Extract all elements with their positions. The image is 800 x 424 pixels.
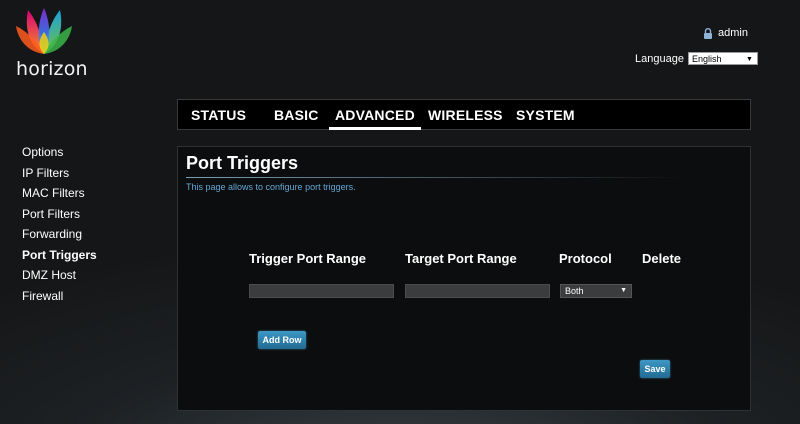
sidebar-item-ip-filters[interactable]: IP Filters xyxy=(22,166,97,187)
main-tab-bar: STATUS BASIC ADVANCED WIRELESS SYSTEM xyxy=(177,99,751,130)
add-row-button[interactable]: Add Row xyxy=(258,331,306,349)
column-header-target: Target Port Range xyxy=(405,251,517,266)
tab-wireless[interactable]: WIRELESS xyxy=(428,107,503,123)
page-description: This page allows to configure port trigg… xyxy=(186,182,356,192)
column-header-protocol: Protocol xyxy=(559,251,612,266)
dropdown-arrow-icon: ▼ xyxy=(746,56,753,63)
tab-status[interactable]: STATUS xyxy=(191,107,246,123)
trigger-port-range-input[interactable] xyxy=(249,284,394,298)
username-label: admin xyxy=(718,27,748,39)
user-account[interactable]: admin xyxy=(703,27,748,39)
title-divider xyxy=(186,177,686,178)
column-header-delete: Delete xyxy=(642,251,682,266)
protocol-value: Both xyxy=(565,286,584,296)
page-title: Port Triggers xyxy=(186,153,299,173)
sidebar-nav: Options IP Filters MAC Filters Port Filt… xyxy=(22,145,97,309)
brand-name: horizon xyxy=(16,58,88,80)
language-value: English xyxy=(691,54,722,64)
lock-icon xyxy=(704,27,712,39)
content-panel: Port Triggers This page allows to config… xyxy=(177,146,751,411)
sidebar-item-mac-filters[interactable]: MAC Filters xyxy=(22,186,97,207)
sidebar-item-firewall[interactable]: Firewall xyxy=(22,289,97,310)
tab-advanced[interactable]: ADVANCED xyxy=(329,107,421,130)
logo-petals-icon xyxy=(16,8,72,54)
sidebar-item-port-filters[interactable]: Port Filters xyxy=(22,207,97,228)
sidebar-item-dmz-host[interactable]: DMZ Host xyxy=(22,268,97,289)
save-button[interactable]: Save xyxy=(640,360,670,378)
tab-system[interactable]: SYSTEM xyxy=(516,107,575,123)
sidebar-item-options[interactable]: Options xyxy=(22,145,97,166)
tab-basic[interactable]: BASIC xyxy=(274,107,319,123)
language-label: Language xyxy=(635,52,684,65)
protocol-select[interactable]: Both ▼ xyxy=(560,284,632,298)
target-port-range-input[interactable] xyxy=(405,284,550,298)
language-select[interactable]: English ▼ xyxy=(687,52,758,65)
column-header-trigger: Trigger Port Range xyxy=(249,251,367,266)
horizon-logo: horizon xyxy=(14,6,88,82)
sidebar-item-port-triggers[interactable]: Port Triggers xyxy=(22,248,97,269)
language-selector: Language English ▼ xyxy=(635,52,758,65)
sidebar-item-forwarding[interactable]: Forwarding xyxy=(22,227,97,248)
dropdown-arrow-icon: ▼ xyxy=(620,287,627,294)
